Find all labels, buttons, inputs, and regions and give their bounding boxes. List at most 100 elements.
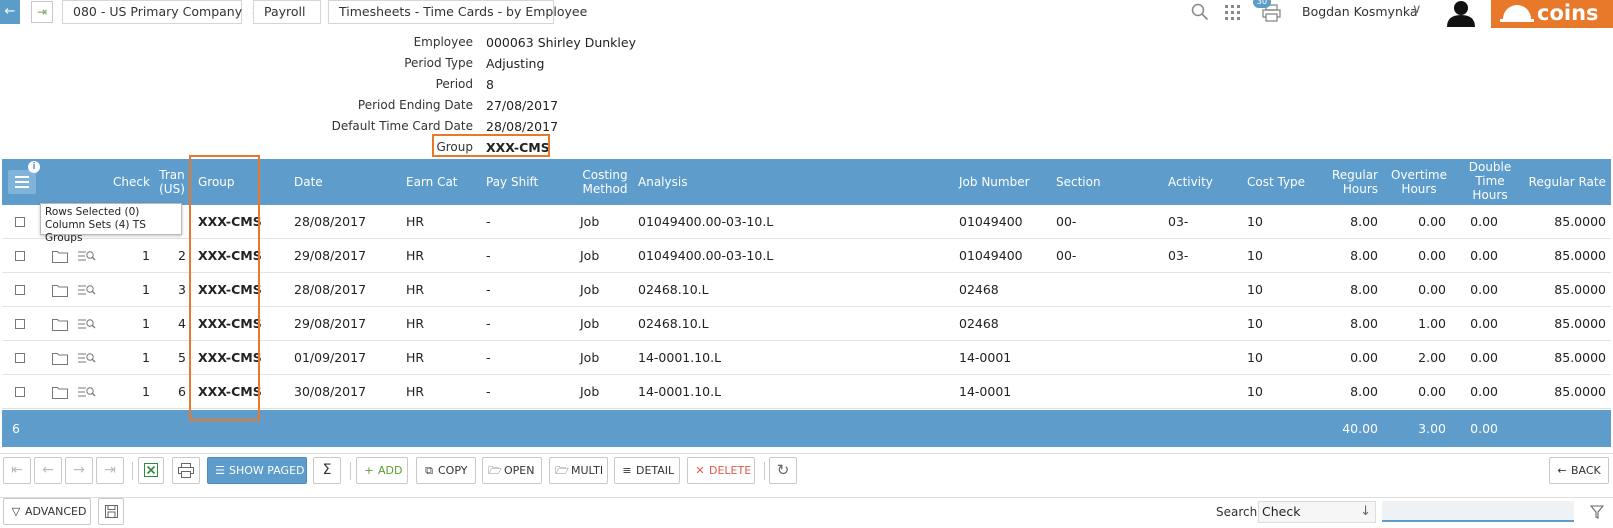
table-row[interactable]: 1 4 XXX-CMS 29/08/2017 HR - Job 02468.10.L 02468… — [2, 307, 1611, 341]
detail-search-icon[interactable] — [78, 351, 96, 365]
cell-regular-rate: 85.0000 — [1554, 282, 1606, 297]
table-row[interactable]: 1 5 XXX-CMS 01/09/2017 HR - Job 14-0001.10.L 14-… — [2, 341, 1611, 375]
cell-pay-shift: - — [486, 350, 491, 365]
cell-pay-shift: - — [486, 214, 491, 229]
cell-regular-rate: 85.0000 — [1554, 384, 1606, 399]
print-button[interactable] — [172, 457, 200, 484]
col-header-job-number[interactable]: Job Number — [959, 175, 1030, 189]
advanced-button[interactable]: ▽ ADVANCED — [3, 498, 91, 525]
breadcrumb-company[interactable]: 080 - US Primary Company ↓ — [62, 0, 261, 24]
col-header-earn-cat[interactable]: Earn Cat — [406, 175, 458, 189]
sum-button[interactable]: Σ — [313, 457, 341, 484]
folder-icon[interactable] — [52, 283, 68, 297]
detail-search-icon[interactable] — [78, 385, 96, 399]
save-icon — [105, 505, 118, 518]
cell-double-time-hours: 0.00 — [1470, 316, 1498, 331]
row-checkbox[interactable] — [15, 251, 25, 261]
col-header-analysis[interactable]: Analysis — [638, 175, 687, 189]
close-icon: ✕ — [695, 464, 705, 477]
cell-overtime-hours: 0.00 — [1418, 248, 1446, 263]
back-arrow-icon[interactable]: ← — [0, 0, 20, 24]
back-button[interactable]: ← BACK — [1549, 457, 1609, 484]
delete-button[interactable]: ✕ DELETE — [687, 457, 755, 484]
table-row[interactable]: 1 6 XXX-CMS 30/08/2017 HR - Job 14-0001.10.L 14-… — [2, 375, 1611, 409]
cell-pay-shift: - — [486, 384, 491, 399]
col-header-cost-type[interactable]: Cost Type — [1247, 175, 1305, 189]
folder-icon: 🗁 — [488, 464, 502, 477]
cell-regular-hours: 0.00 — [1350, 350, 1378, 365]
col-header-pay-shift[interactable]: Pay Shift — [486, 175, 538, 189]
row-checkbox[interactable] — [15, 319, 25, 329]
detail-button[interactable]: ≡ DETAIL — [614, 457, 680, 484]
search-field-select[interactable]: Check ↓ — [1258, 501, 1376, 523]
plus-icon: + — [364, 464, 374, 477]
col-header-double-time-hours[interactable]: Double Time Hours — [1467, 160, 1513, 202]
show-paged-button[interactable]: ☰ SHOW PAGED — [207, 457, 307, 484]
field-value-period: 8 — [486, 77, 494, 92]
cell-analysis: 14-0001.10.L — [638, 350, 722, 365]
apps-grid-icon[interactable] — [1224, 4, 1241, 21]
refresh-icon: ↻ — [776, 461, 790, 479]
folder-icon[interactable] — [52, 317, 68, 331]
col-header-check[interactable]: Check — [113, 175, 150, 189]
table-row[interactable]: 1 3 XXX-CMS 28/08/2017 HR - Job 02468.10.L 02468… — [2, 273, 1611, 307]
col-header-section[interactable]: Section — [1056, 175, 1101, 189]
cell-regular-hours: 8.00 — [1350, 248, 1378, 263]
cell-double-time-hours: 0.00 — [1470, 214, 1498, 229]
row-checkbox[interactable] — [15, 353, 25, 363]
folder-icon[interactable] — [52, 351, 68, 365]
col-header-group[interactable]: Group — [198, 175, 235, 189]
search-input[interactable] — [1382, 501, 1574, 522]
detail-search-icon[interactable] — [78, 249, 96, 263]
enter-icon[interactable]: ⇥ — [31, 1, 53, 23]
col-header-activity[interactable]: Activity — [1168, 175, 1213, 189]
col-header-regular-hours[interactable]: Regular Hours — [1322, 168, 1378, 196]
avatar-icon[interactable] — [1444, 0, 1478, 27]
next-page-icon[interactable]: → — [65, 457, 93, 484]
cell-job-number: 14-0001 — [959, 384, 1012, 399]
cell-overtime-hours: 2.00 — [1418, 350, 1446, 365]
col-header-date[interactable]: Date — [294, 175, 323, 189]
multi-button[interactable]: 🗁 MULTI — [549, 457, 608, 484]
folder-icon[interactable] — [52, 249, 68, 263]
table-row[interactable]: XXX-CMS 28/08/2017 HR - Job 01049400.00-03-10… — [2, 205, 1611, 239]
detail-search-icon[interactable] — [78, 317, 96, 331]
row-checkbox[interactable] — [15, 285, 25, 295]
excel-export-button[interactable] — [138, 457, 164, 484]
open-button[interactable]: 🗁 OPEN — [482, 457, 542, 484]
cell-analysis: 02468.10.L — [638, 316, 709, 331]
previous-page-icon[interactable]: ← — [34, 457, 62, 484]
table-row[interactable]: 1 2 XXX-CMS 29/08/2017 HR - Job 01049400.00-03-… — [2, 239, 1611, 273]
cell-pay-shift: - — [486, 248, 491, 263]
col-header-costing-method[interactable]: Costing Method — [580, 168, 630, 196]
row-checkbox[interactable] — [15, 387, 25, 397]
user-name[interactable]: Bogdan Kosmynka — [1302, 4, 1418, 19]
col-header-regular-rate[interactable]: Regular Rate — [1522, 175, 1606, 189]
add-button[interactable]: + ADD — [356, 457, 408, 484]
col-header-overtime-hours[interactable]: Overtime Hours — [1390, 168, 1448, 196]
col-header-tran[interactable]: Tran (US) — [158, 168, 186, 196]
app-window: ← ⇥ 080 - US Primary Company ↓ Payroll T… — [0, 0, 1613, 528]
field-label-period-type: Period Type — [404, 56, 473, 70]
info-icon[interactable]: i — [28, 161, 40, 173]
row-checkbox[interactable] — [15, 217, 25, 227]
cell-cost-type: 10 — [1247, 384, 1263, 399]
search-icon[interactable] — [1191, 3, 1209, 21]
cell-group: XXX-CMS — [198, 350, 262, 365]
chevron-down-icon[interactable]: ∨ — [1412, 2, 1422, 17]
cell-double-time-hours: 0.00 — [1470, 384, 1498, 399]
breadcrumb-module[interactable]: Payroll — [253, 0, 321, 24]
cell-section: 00- — [1056, 248, 1077, 263]
last-page-icon[interactable]: ⇥ — [96, 457, 124, 484]
save-button[interactable] — [98, 498, 124, 525]
filter-icon[interactable] — [1590, 505, 1604, 519]
refresh-button[interactable]: ↻ — [769, 457, 797, 484]
first-page-icon[interactable]: ⇤ — [3, 457, 31, 484]
folder-icon[interactable] — [52, 385, 68, 399]
grid-menu-icon[interactable] — [8, 170, 36, 194]
breadcrumb-page-label: Timesheets - Time Cards - by Employee — [339, 4, 588, 19]
cell-date: 29/08/2017 — [294, 248, 367, 263]
notification-badge: 30 — [1253, 0, 1271, 8]
copy-button[interactable]: ⧉ COPY — [416, 457, 476, 484]
detail-search-icon[interactable] — [78, 283, 96, 297]
